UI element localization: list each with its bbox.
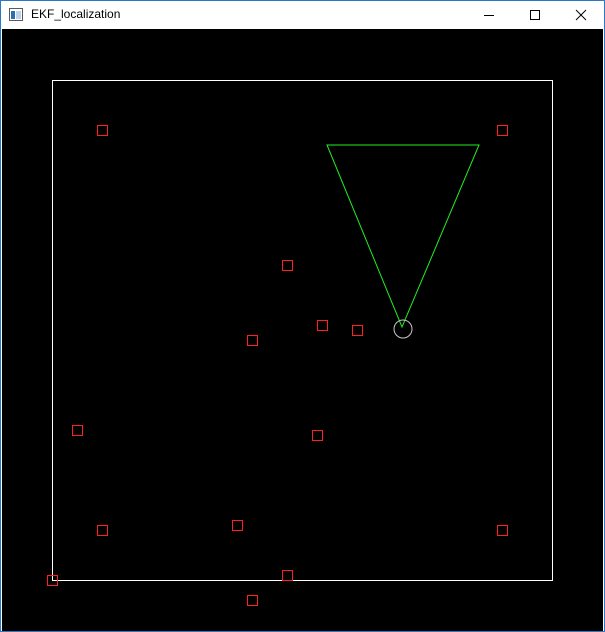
world-boundary xyxy=(52,80,553,581)
landmarks xyxy=(47,125,508,606)
landmark-square-icon xyxy=(247,595,258,606)
landmark-square-icon xyxy=(317,320,328,331)
landmark-square-icon xyxy=(497,525,508,536)
robot-circle-icon xyxy=(393,319,413,339)
landmark-square-icon xyxy=(497,125,508,136)
maximize-icon xyxy=(530,10,540,20)
landmark-square-icon xyxy=(232,520,243,531)
simulation-scene xyxy=(47,80,553,606)
landmark-square-icon xyxy=(282,260,293,271)
landmark-square-icon xyxy=(352,325,363,336)
app-icon xyxy=(9,8,23,21)
landmark-square-icon xyxy=(72,425,83,436)
landmark-square-icon xyxy=(282,570,293,581)
landmark-square-icon xyxy=(312,430,323,441)
app-window: EKF_localization xyxy=(0,0,605,632)
landmark-square-icon xyxy=(247,335,258,346)
window-title: EKF_localization xyxy=(31,7,121,21)
landmark-square-icon xyxy=(97,525,108,536)
close-button[interactable] xyxy=(558,1,604,29)
landmark-square-icon xyxy=(97,125,108,136)
close-icon xyxy=(575,9,587,21)
simulation-canvas[interactable] xyxy=(2,29,603,631)
title-bar[interactable]: EKF_localization xyxy=(1,1,604,29)
minimize-button[interactable] xyxy=(466,1,512,29)
sensor-fov-triangle-icon xyxy=(326,144,480,329)
minimize-icon xyxy=(484,15,494,16)
maximize-button[interactable] xyxy=(512,1,558,29)
